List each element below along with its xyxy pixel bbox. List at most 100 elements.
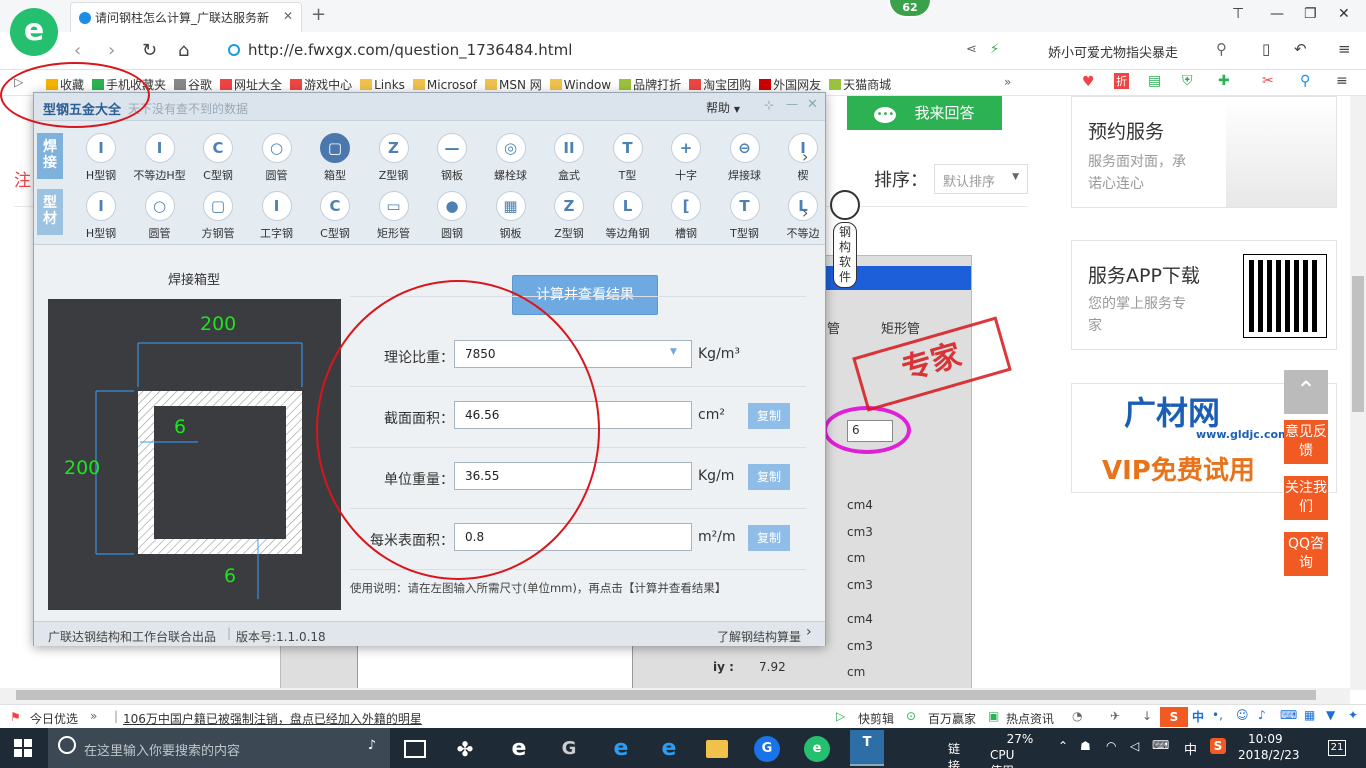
tool-row2-item[interactable]: ▢ 方钢管 <box>189 191 247 241</box>
bookmark-item[interactable]: 游戏中心 <box>290 76 352 93</box>
tool-row1-item[interactable]: + 十字 <box>657 133 715 183</box>
scroll-right-icon[interactable]: › <box>802 203 808 222</box>
tool-row1-item[interactable]: — 钢板 <box>423 133 481 183</box>
taskbar-search[interactable]: 在这里输入你要搜索的内容 ♪ <box>48 728 390 768</box>
toolbox-icon[interactable]: ▦ <box>1304 708 1315 722</box>
tool-row1-item[interactable]: ▢ 箱型 <box>306 133 364 183</box>
scissors-icon[interactable]: ✂ <box>1262 73 1274 89</box>
fan-app-icon[interactable]: ✤ <box>452 736 478 762</box>
bookmark-item[interactable]: 淘宝团购 <box>689 76 751 93</box>
new-tab-icon[interactable]: + <box>311 4 326 25</box>
copy-button[interactable]: 复制 <box>748 403 790 429</box>
more-bookmarks-icon[interactable]: » <box>1004 75 1011 89</box>
status-left[interactable]: 今日优选 <box>30 710 78 727</box>
close-icon[interactable]: ✕ <box>807 97 818 112</box>
refresh-icon[interactable]: ↻ <box>142 40 157 61</box>
tool-row1-item[interactable]: ◎ 螺栓球 <box>482 133 540 183</box>
home-icon[interactable]: ⌂ <box>178 40 189 61</box>
status-item-2[interactable]: 百万赢家 <box>928 710 976 727</box>
horizontal-scroll-thumb[interactable] <box>16 690 1316 700</box>
close-window-icon[interactable]: ✕ <box>1338 6 1350 22</box>
minimize-icon[interactable]: — <box>1270 6 1284 22</box>
people-icon[interactable]: ☗ <box>1080 739 1091 753</box>
help-menu[interactable]: 帮助 ▼ <box>706 99 740 116</box>
book-icon[interactable]: ▤ <box>1148 73 1161 89</box>
forward-icon[interactable]: › <box>108 40 115 61</box>
tray-expand-icon[interactable]: ⌃ <box>1058 739 1068 753</box>
bookmark-item[interactable]: 谷歌 <box>174 76 212 93</box>
share-icon[interactable]: ⋖ <box>966 42 977 57</box>
scroll-right-icon[interactable]: › <box>802 147 808 166</box>
status-item-1[interactable]: 快剪辑 <box>858 710 894 727</box>
back-to-top-icon[interactable]: ⌃ <box>1284 370 1328 414</box>
keyboard-icon[interactable]: ⌨ <box>1280 708 1297 722</box>
tab-welded[interactable]: 焊接 <box>37 133 63 179</box>
ime-indicator[interactable]: 中 <box>1184 739 1197 758</box>
tool-row2-item[interactable]: I H型钢 <box>72 191 130 241</box>
ime-mode[interactable]: 中 <box>1192 708 1204 725</box>
emoji-icon[interactable]: ☺ <box>1236 708 1249 722</box>
keyboard-icon[interactable]: ⌨ <box>1152 738 1169 752</box>
notification-center-icon[interactable]: 21 <box>1328 740 1346 756</box>
tool-row1-item[interactable]: I 不等边H型 <box>131 133 189 183</box>
translate-icon[interactable]: ✚ <box>1218 73 1230 89</box>
chevron-down-icon[interactable]: ▼ <box>670 347 677 357</box>
microphone-icon[interactable]: ♪ <box>368 738 376 753</box>
back-icon[interactable]: ‹ <box>74 40 81 61</box>
shield-icon[interactable]: ⛨ <box>1182 73 1193 89</box>
phone-icon[interactable]: ▯ <box>1262 40 1270 58</box>
tool-row1-item[interactable]: ⊖ 焊接球 <box>716 133 774 183</box>
tab-profiles[interactable]: 型材 <box>37 189 63 235</box>
bookmark-item[interactable]: 天猫商城 <box>829 76 891 93</box>
status-news[interactable]: 106万中国户籍已被强制注销，盘点已经加入外籍的明星 <box>123 710 422 727</box>
tool-row2-item[interactable]: ● 圆钢 <box>423 191 481 241</box>
copy-button[interactable]: 复制 <box>748 525 790 551</box>
bookmark-item[interactable]: MSN 网 <box>485 76 542 93</box>
sogou-ime-icon[interactable]: S <box>1160 707 1188 727</box>
web-thickness-input[interactable]: 6 <box>174 416 186 438</box>
tool-row2-item[interactable]: T T型钢 <box>716 191 774 241</box>
magnifier-icon[interactable]: ⚲ <box>1300 73 1310 89</box>
undo-icon[interactable]: ↶ <box>1294 40 1307 58</box>
feedback-button[interactable]: 意见反馈 <box>1284 420 1328 464</box>
discount-icon[interactable]: 折 <box>1114 73 1129 89</box>
tool-row2-item[interactable]: L 等边角钢 <box>599 191 657 241</box>
pin-icon[interactable]: ⊹ <box>764 98 774 112</box>
windows-start-icon[interactable] <box>14 739 32 757</box>
ie-icon[interactable]: e <box>656 736 682 762</box>
360-browser-icon[interactable]: e <box>506 736 532 762</box>
shirt-icon[interactable]: ⊤ <box>1232 6 1244 22</box>
bookmark-item[interactable]: Window <box>549 78 611 92</box>
clock-time[interactable]: 10:09 <box>1248 732 1283 746</box>
tool-row1-item[interactable]: T T型 <box>599 133 657 183</box>
app-icon[interactable]: G <box>556 736 582 762</box>
rewards-icon[interactable]: ♥ <box>1082 74 1095 90</box>
glodon-icon[interactable]: G <box>754 736 780 762</box>
sort-select[interactable]: 默认排序 ▼ <box>934 164 1028 194</box>
clock-date[interactable]: 2018/2/23 <box>1238 748 1300 762</box>
tool-row1-item[interactable]: C C型钢 <box>189 133 247 183</box>
lightning-icon[interactable]: ⚡ <box>990 42 999 57</box>
bookmark-item[interactable]: 网址大全 <box>220 76 282 93</box>
360-browser-running-icon[interactable]: e <box>804 736 830 762</box>
task-view-icon[interactable] <box>404 740 426 758</box>
chevrons-icon[interactable]: » <box>90 709 97 723</box>
menu-icon[interactable]: ≡ <box>1338 40 1351 58</box>
tool-row1-item[interactable]: ○ 圆管 <box>248 133 306 183</box>
restore-icon[interactable]: ❐ <box>1304 6 1317 22</box>
link-label[interactable]: 链接 <box>948 740 960 768</box>
settings-icon[interactable]: ✦ <box>1348 708 1358 722</box>
search-box-text[interactable]: 娇小可爱尤物指尖暴走 <box>1048 42 1178 61</box>
height-input[interactable]: 200 <box>64 457 100 479</box>
skin-icon[interactable]: ▼ <box>1326 708 1335 722</box>
card-app-download[interactable]: 服务APP下载 您的掌上服务专 家 <box>1071 240 1337 350</box>
bookmark-item[interactable]: Links <box>360 78 405 92</box>
tool-row1-item[interactable]: I H型钢 <box>72 133 130 183</box>
chevron-right-icon[interactable]: › <box>806 624 812 640</box>
qq-consult-button[interactable]: QQ咨询 <box>1284 532 1328 576</box>
bookmark-menu-icon[interactable]: ≡ <box>1336 73 1348 89</box>
tool-row2-item[interactable]: Z Z型钢 <box>540 191 598 241</box>
tool-row2-item[interactable]: I 工字钢 <box>248 191 306 241</box>
bookmark-item[interactable]: Microsof <box>412 78 477 92</box>
edge-icon[interactable]: e <box>608 736 634 762</box>
